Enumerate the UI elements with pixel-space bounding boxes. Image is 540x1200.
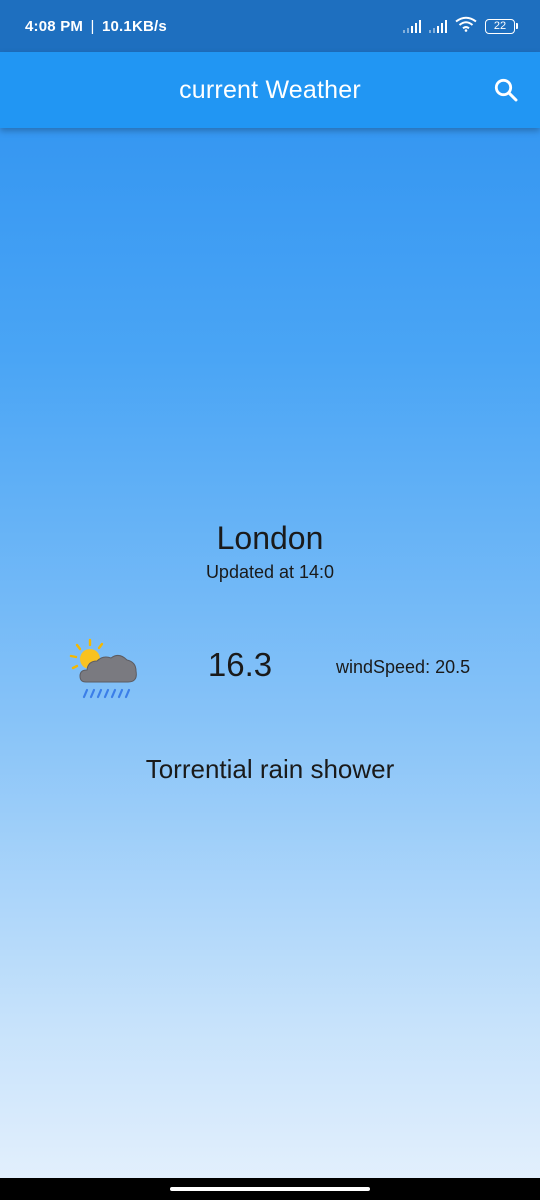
app-title: current Weather	[179, 75, 361, 104]
wifi-icon	[455, 16, 477, 37]
weather-condition: Torrential rain shower	[145, 754, 395, 784]
temperature: 16.3	[207, 646, 273, 683]
signal-icon	[429, 19, 447, 33]
search-icon	[494, 78, 518, 102]
search-button[interactable]	[490, 74, 522, 106]
updated-time: Updated at 14:0	[205, 562, 335, 582]
battery-icon: 22	[485, 18, 518, 34]
status-left: 4:08 PM | 10.1KB/s	[25, 18, 167, 35]
status-bar: 4:08 PM | 10.1KB/s 22	[0, 0, 540, 52]
status-icons: 22	[403, 16, 518, 37]
battery-level: 22	[485, 18, 515, 34]
weather-summary-row: 16.3 windSpeed: 20.5	[0, 630, 540, 710]
status-separator: |	[90, 17, 95, 35]
status-time: 4:08 PM	[25, 17, 84, 35]
wind-speed: windSpeed: 20.5	[336, 657, 471, 677]
navigation-bar	[0, 1178, 540, 1200]
app-bar: current Weather	[0, 52, 540, 128]
home-indicator[interactable]	[170, 1187, 370, 1191]
sun-cloud-rain-icon	[69, 638, 137, 699]
signal-icon	[403, 19, 421, 33]
network-speed: 10.1KB/s	[101, 17, 167, 35]
city-name: London	[216, 520, 324, 556]
